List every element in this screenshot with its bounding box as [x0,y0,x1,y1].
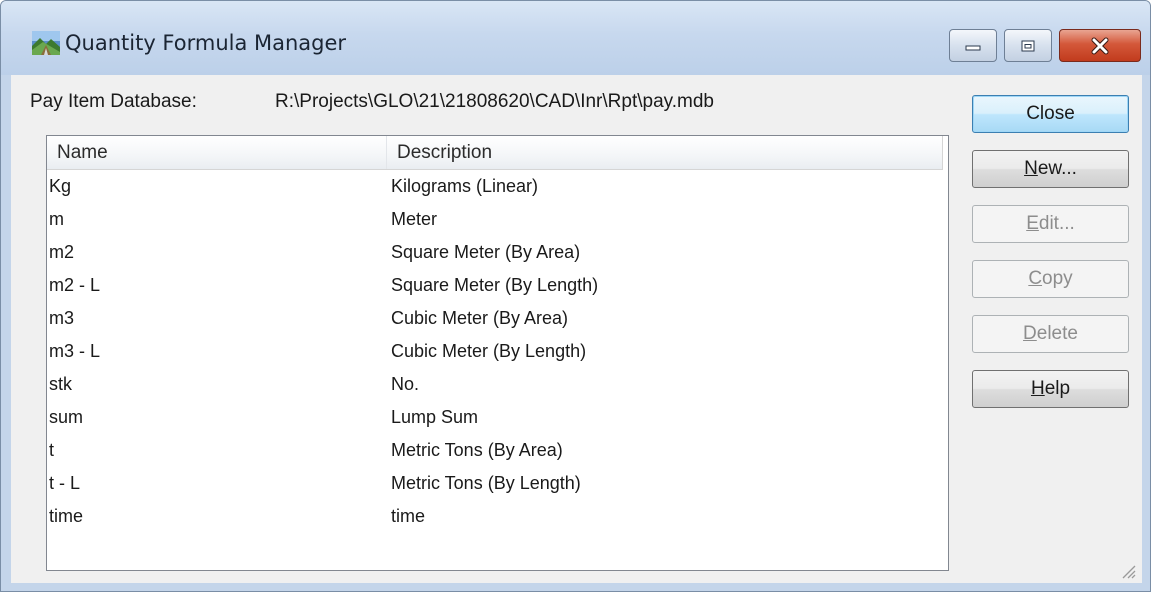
table-row[interactable]: m2 Square Meter (By Area) [47,236,948,269]
row-description: Square Meter (By Length) [391,275,599,295]
row-name: stk [49,374,73,394]
delete-button-label: Delete [1023,323,1078,344]
copy-button-label: Copy [1028,268,1073,289]
help-button[interactable]: Help [972,370,1129,408]
row-description: Metric Tons (By Length) [391,473,581,493]
row-name: t - L [49,473,81,493]
row-description: time [391,506,426,526]
table-row[interactable]: t Metric Tons (By Area) [47,434,948,467]
list-header: Name Description [47,136,943,170]
column-header-name[interactable]: Name [47,136,387,169]
row-name: Kg [49,176,72,196]
table-row[interactable]: sum Lump Sum [47,401,948,434]
row-description: Metric Tons (By Area) [391,440,563,460]
help-button-label: Help [1030,378,1071,399]
row-description: Cubic Meter (By Area) [391,308,569,328]
table-row[interactable]: stk No. [47,368,948,401]
formula-list[interactable]: Name Description Kg Kilograms (Linear) m Me… [46,135,949,571]
edit-button-label: Edit... [1026,213,1075,234]
row-description: Kilograms (Linear) [391,176,539,196]
row-description: Lump Sum [391,407,479,427]
maximize-icon [1021,40,1035,51]
row-name: m2 [49,242,75,262]
table-row[interactable]: t - L Metric Tons (By Length) [47,467,948,500]
row-name: m2 - L [49,275,101,295]
window-close-button[interactable] [1059,29,1141,62]
landscape-app-icon [32,31,60,55]
new-button[interactable]: New... [972,150,1129,188]
edit-button[interactable]: Edit... [972,205,1129,243]
row-description: Cubic Meter (By Length) [391,341,587,361]
row-name: time [49,506,84,526]
new-button-label: New... [1024,158,1077,179]
row-name: m [49,209,64,229]
pay-item-database-path: R:\Projects\GLO\21\21808620\CAD\Inr\Rpt\… [275,91,714,112]
minimize-icon [965,45,981,50]
column-header-description[interactable]: Description [387,136,943,169]
close-icon [1091,37,1109,54]
table-row[interactable]: time time [47,500,948,533]
row-name: m3 - L [49,341,101,361]
table-row[interactable]: Kg Kilograms (Linear) [47,170,948,203]
close-button-label: Close [1026,103,1075,124]
window-title: Quantity Formula Manager [65,31,347,55]
pay-item-database-label: Pay Item Database: [30,91,197,112]
list-rows: Kg Kilograms (Linear) m Meter m2 Square Meter… [47,170,948,533]
row-description: Square Meter (By Area) [391,242,581,262]
quantity-formula-manager-window: Quantity Formula Manager Pay Item Databa… [0,0,1151,592]
close-button[interactable]: Close [972,95,1129,133]
dialog-body: Pay Item Database: R:\Projects\GLO\21\21… [11,75,1142,583]
table-row[interactable]: m3 Cubic Meter (By Area) [47,302,948,335]
copy-button[interactable]: Copy [972,260,1129,298]
table-row[interactable]: m Meter [47,203,948,236]
minimize-button[interactable] [949,29,997,62]
resize-grip-icon[interactable] [1120,563,1136,579]
table-row[interactable]: m2 - L Square Meter (By Length) [47,269,948,302]
maximize-button[interactable] [1004,29,1052,62]
row-name: t [49,440,55,460]
delete-button[interactable]: Delete [972,315,1129,353]
row-name: m3 [49,308,75,328]
row-name: sum [49,407,84,427]
title-bar[interactable]: Quantity Formula Manager [1,1,1150,75]
row-description: Meter [391,209,438,229]
row-description: No. [391,374,420,394]
table-row[interactable]: m3 - L Cubic Meter (By Length) [47,335,948,368]
